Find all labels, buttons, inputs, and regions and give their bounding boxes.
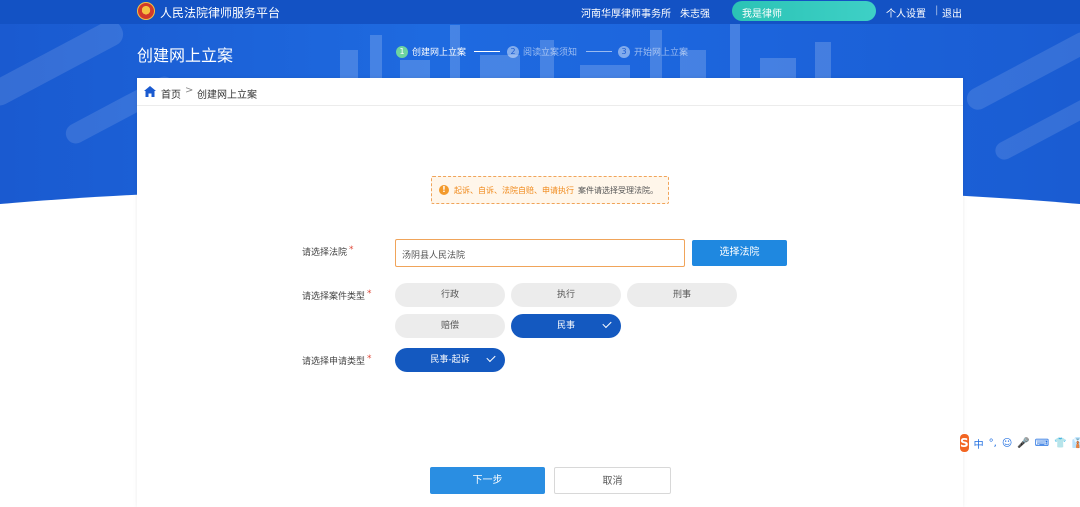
apply-type-label: 请选择申请类型 * (302, 354, 372, 367)
step-3: 3 开始网上立案 (618, 45, 688, 58)
checkmark-icon (602, 318, 612, 329)
step-number: 2 (507, 45, 519, 58)
required-mark: * (367, 354, 372, 364)
required-mark: * (367, 289, 372, 299)
user-name: 朱志强 (680, 9, 710, 20)
case-type-option-selected[interactable]: 民事 (511, 314, 621, 338)
decorative-stroke (963, 28, 1080, 114)
court-emblem-icon (137, 2, 155, 20)
notice-text: 案件请选择受理法院。 (578, 186, 658, 195)
step-label: 创建网上立案 (412, 48, 467, 58)
case-type-label: 请选择案件类型 * (302, 289, 372, 302)
step-number: 3 (618, 45, 630, 58)
court-label: 请选择法院 * (302, 245, 354, 258)
site-title: 人民法院律师服务平台 (160, 6, 281, 20)
emoji-icon[interactable]: ☺ (1002, 438, 1012, 449)
ime-toolbar: S 中 °, ☺ 🎤 ⌨ 👕 👔 (958, 433, 1080, 453)
apply-type-option-selected[interactable]: 民事-起诉 (395, 348, 505, 372)
chinese-mode-icon[interactable]: 中 (974, 436, 984, 451)
apply-type-label-text: 民事-起诉 (430, 355, 470, 365)
toolbox-icon[interactable]: 👔 (1072, 438, 1080, 449)
breadcrumb-home-link[interactable]: 首页 (161, 86, 181, 101)
step-number: 1 (396, 45, 408, 58)
punctuation-icon[interactable]: °, (989, 438, 997, 449)
main-card: 首页 > 创建网上立案 ! 起诉、自诉、法院自赔、申请执行 案件请选择受理法院。… (137, 78, 963, 507)
nav-separator: | (935, 5, 939, 16)
case-type-label-text: 民事 (556, 321, 575, 331)
breadcrumb-arrow-icon: > (185, 85, 194, 96)
notice-highlight: 起诉、自诉、法院自赔、申请执行 (454, 186, 574, 195)
required-mark: * (349, 245, 354, 255)
personal-settings-link[interactable]: 个人设置 (886, 5, 926, 20)
checkmark-icon (486, 352, 496, 363)
choose-court-button[interactable]: 选择法院 (692, 240, 787, 266)
voice-icon[interactable]: 🎤 (1017, 438, 1029, 449)
role-switch-button[interactable]: 我是律师 (732, 1, 876, 21)
breadcrumb-current: 创建网上立案 (197, 90, 257, 101)
step-1: 1 创建网上立案 (396, 45, 466, 58)
case-type-option[interactable]: 刑事 (627, 283, 737, 307)
court-input[interactable]: 汤阴县人民法院 (395, 239, 685, 267)
case-type-option[interactable]: 赔偿 (395, 314, 505, 338)
skin-icon[interactable]: 👕 (1054, 438, 1066, 449)
sogou-logo-icon[interactable]: S (960, 434, 969, 452)
warning-icon: ! (439, 185, 449, 195)
case-type-option[interactable]: 行政 (395, 283, 505, 307)
home-icon[interactable] (144, 86, 156, 97)
breadcrumb: 首页 > 创建网上立案 (137, 78, 963, 106)
step-label: 开始网上立案 (634, 48, 689, 58)
decorative-stroke (0, 16, 128, 110)
case-type-option[interactable]: 执行 (511, 283, 621, 307)
step-label: 阅读立案须知 (523, 48, 578, 58)
notice-box: ! 起诉、自诉、法院自赔、申请执行 案件请选择受理法院。 (431, 176, 669, 204)
page-title: 创建网上立案 (137, 46, 234, 65)
decorative-stroke (992, 95, 1080, 163)
keyboard-icon[interactable]: ⌨ (1035, 438, 1049, 449)
step-2: 2 阅读立案须知 (507, 45, 577, 58)
step-connector (474, 51, 500, 52)
cancel-button[interactable]: 取消 (554, 467, 671, 494)
step-connector (586, 51, 612, 52)
law-firm-name: 河南华厚律师事务所 (581, 9, 671, 20)
next-step-button[interactable]: 下一步 (430, 467, 545, 494)
logout-link[interactable]: 退出 (942, 5, 962, 20)
